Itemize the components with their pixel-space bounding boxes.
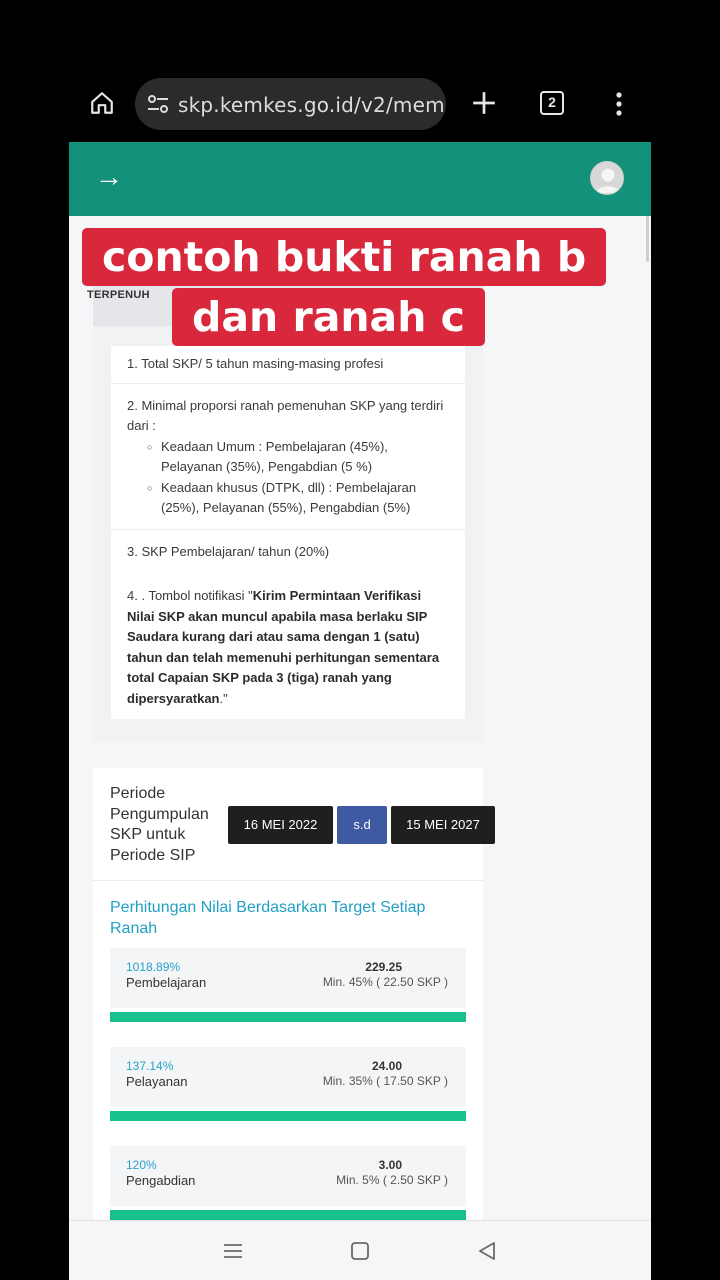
requirement-item: 4. . Tombol notifikasi "Kirim Permintaan… [111,574,465,719]
requirement-text: 2. Minimal proporsi ranah pemenuhan SKP … [127,397,444,434]
notification-note-suffix: ." [219,690,228,706]
ranah-percent: 137.14% [126,1059,174,1073]
progress-fill [110,1012,466,1022]
ranah-name: Pembelajaran [126,975,207,990]
date-separator-badge: s.d [337,806,387,844]
end-date-badge: 15 MEI 2027 [391,806,495,844]
plus-icon[interactable] [471,90,497,116]
browser-toolbar: skp.kemkes.go.id/v2/meml 2 [69,74,651,138]
requirement-item: 2. Minimal proporsi ranah pemenuhan SKP … [111,384,465,530]
requirement-sublist: Keadaan Umum : Pembelajaran (45%), Pelay… [147,437,449,519]
start-date-badge: 16 MEI 2022 [228,806,333,844]
address-bar[interactable]: skp.kemkes.go.id/v2/meml [135,78,446,130]
tune-icon[interactable] [147,94,169,114]
more-vert-icon[interactable] [609,92,629,116]
progress-fill [110,1111,466,1121]
home-square-icon[interactable] [350,1241,370,1261]
home-icon[interactable] [89,90,115,116]
notification-note-prefix: 4. . Tombol notifikasi " [127,588,253,603]
progress-bar [110,1210,466,1220]
sidebar-toggle-arrow-icon[interactable]: → [95,162,123,192]
url-text[interactable]: skp.kemkes.go.id/v2/meml [178,93,446,117]
ranah-box: 120% Pengabdian 3.00 Min. 5% ( 2.50 SKP … [110,1146,466,1206]
ranah-value: 3.00 [378,1158,402,1172]
user-avatar-icon[interactable] [590,161,624,195]
notification-note-bold: Kirim Permintaan Verifikasi Nilai SKP ak… [127,588,440,706]
period-label: Periode Pengumpulan SKP untuk Periode SI… [110,785,209,864]
ranah-row-pelayanan: 137.14% Pelayanan 24.00 Min. 35% ( 17.50… [110,1047,466,1121]
tab-switcher-button[interactable]: 2 [540,91,564,115]
card-header-title: TERPENUH [87,289,150,301]
ranah-value: 24.00 [371,1059,402,1073]
ranah-percent: 120% [126,1158,157,1172]
ranah-minimum: Min. 5% ( 2.50 SKP ) [336,1173,448,1187]
requirement-subitem: Keadaan khusus (DTPK, dll) : Pembelajara… [147,478,449,519]
app-header: → [69,142,651,216]
progress-bar [110,1111,466,1121]
ranah-name: Pelayanan [126,1074,188,1089]
video-caption-line-2: dan ranah c [172,288,485,346]
calculation-title: Perhitungan Nilai Berdasarkan Target Set… [110,899,426,937]
progress-fill [110,1210,466,1220]
ranah-row-pembelajaran: 1018.89% Pembelajaran 229.25 Min. 45% ( … [110,948,466,1022]
requirement-item: 3. SKP Pembelajaran/ tahun (20%) [111,530,465,575]
recents-icon[interactable] [222,1241,244,1261]
ranah-name: Pengabdian [126,1173,196,1188]
ranah-row-pengabdian: 120% Pengabdian 3.00 Min. 5% ( 2.50 SKP … [110,1146,466,1220]
ranah-minimum: Min. 45% ( 22.50 SKP ) [322,975,448,989]
requirement-item: 1. Total SKP/ 5 tahun masing-masing prof… [111,346,465,384]
requirements-list: 1. Total SKP/ 5 tahun masing-masing prof… [111,346,465,719]
requirement-subitem: Keadaan Umum : Pembelajaran (45%), Pelay… [147,437,449,478]
ranah-box: 137.14% Pelayanan 24.00 Min. 35% ( 17.50… [110,1047,466,1107]
requirement-text: 3. SKP Pembelajaran/ tahun (20%) [127,543,330,559]
phone-screen: skp.kemkes.go.id/v2/meml 2 → TERPENUH 1.… [69,0,651,1280]
ranah-value: 229.25 [365,960,402,974]
divider [93,880,483,881]
progress-bar [110,1012,466,1022]
ranah-box: 1018.89% Pembelajaran 229.25 Min. 45% ( … [110,948,466,1008]
requirement-text: 1. Total SKP/ 5 tahun masing-masing prof… [127,356,384,371]
ranah-percent: 1018.89% [126,960,181,974]
system-nav-bar [69,1220,651,1280]
video-caption-line-1: contoh bukti ranah b [82,228,607,286]
ranah-minimum: Min. 35% ( 17.50 SKP ) [322,1074,448,1088]
back-triangle-icon[interactable] [477,1241,497,1261]
period-card: Periode Pengumpulan SKP untuk Periode SI… [93,768,495,1220]
